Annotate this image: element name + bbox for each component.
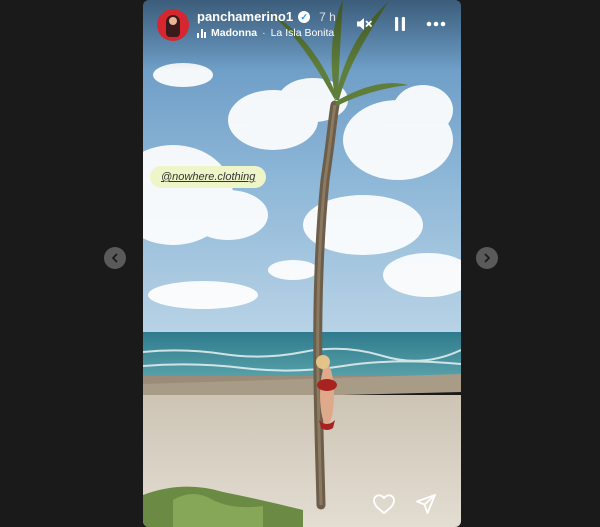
story-photo [143, 0, 461, 527]
music-bars-icon [197, 28, 206, 38]
speaker-muted-icon [357, 18, 372, 30]
story-controls [353, 13, 447, 35]
mute-button[interactable] [353, 13, 375, 35]
story-actions [371, 491, 439, 517]
share-button[interactable] [413, 491, 439, 517]
mention-sticker[interactable]: @nowhere.clothing [150, 166, 267, 188]
chevron-right-icon [484, 253, 490, 263]
next-story-button[interactable] [476, 247, 498, 269]
story-viewer: panchamerino1 ✓ 7 h Madonna · La Isla Bo… [0, 0, 600, 527]
username[interactable]: panchamerino1 [197, 9, 293, 24]
verified-badge-icon: ✓ [298, 10, 311, 23]
story-meta: panchamerino1 ✓ 7 h Madonna · La Isla Bo… [197, 9, 336, 39]
chevron-left-icon [112, 253, 118, 263]
more-options-button[interactable] [425, 13, 447, 35]
pause-button[interactable] [389, 13, 411, 35]
like-button[interactable] [371, 491, 397, 517]
heart-icon [373, 494, 395, 514]
more-horizontal-icon [426, 21, 446, 27]
send-icon [416, 494, 436, 514]
story-card[interactable]: panchamerino1 ✓ 7 h Madonna · La Isla Bo… [143, 0, 461, 527]
song-artist: Madonna [211, 27, 258, 39]
previous-story-button[interactable] [104, 247, 126, 269]
music-info[interactable]: Madonna · La Isla Bonita [197, 27, 336, 39]
song-separator: · [262, 27, 266, 39]
avatar[interactable] [157, 9, 189, 41]
pause-icon [395, 17, 405, 31]
song-title: La Isla Bonita [270, 27, 335, 39]
post-time: 7 h [319, 9, 336, 24]
